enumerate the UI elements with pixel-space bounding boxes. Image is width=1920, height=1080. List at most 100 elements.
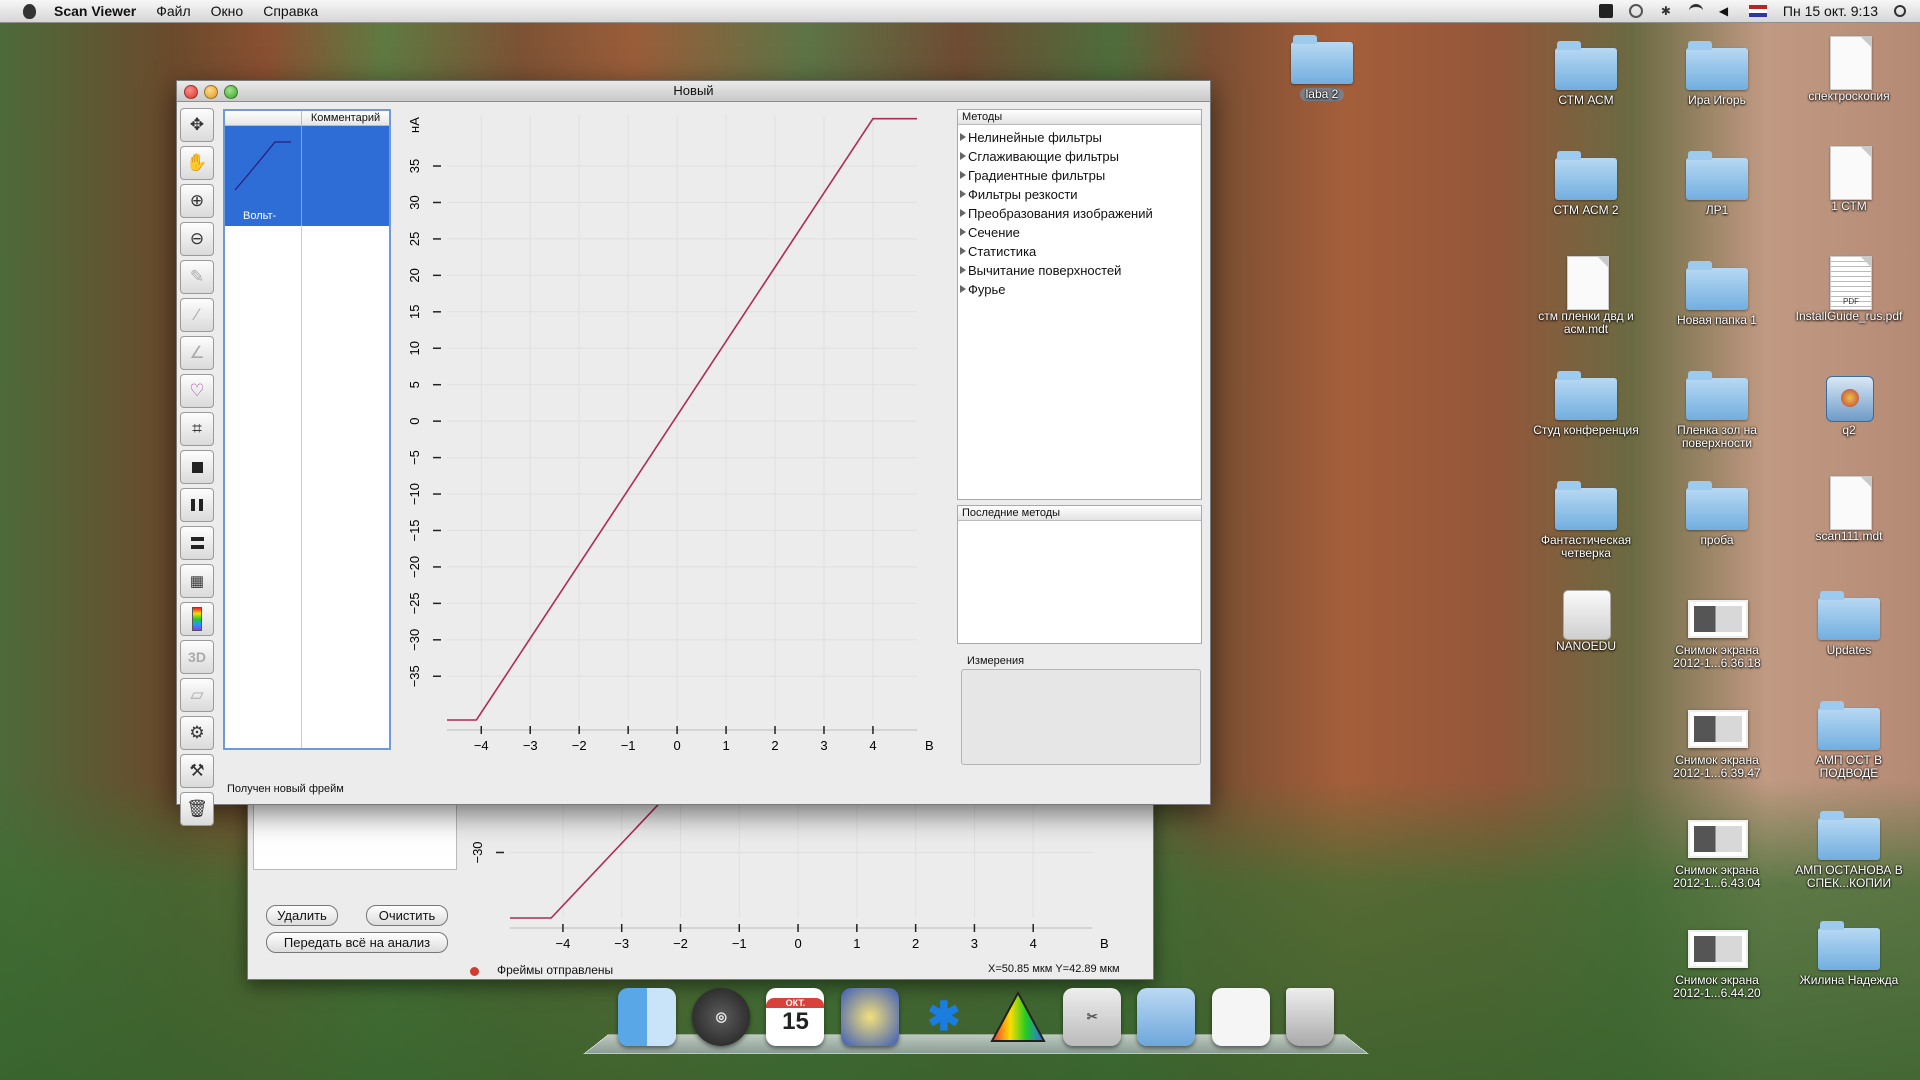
method-item[interactable]: Статистика — [958, 242, 1201, 261]
desktop-drive[interactable]: NANOEDU — [1530, 586, 1642, 653]
frame-comment[interactable] — [302, 126, 389, 226]
documents-icon[interactable] — [1211, 988, 1270, 1046]
crop-tool-button[interactable]: ⌗ — [180, 412, 214, 446]
bluetooth-status-icon[interactable]: ✱ — [1659, 4, 1673, 18]
ruler-tool-button[interactable]: ⁄ — [180, 298, 214, 332]
desktop-folder[interactable]: Ира Игорь — [1661, 40, 1773, 107]
angle-tool-button[interactable]: ∠ — [180, 336, 214, 370]
desktop-screenshot[interactable]: Снимок экрана 2012-1...6.39.47 — [1661, 700, 1773, 780]
methods-tree: Нелинейные фильтры Сглаживающие фильтры … — [958, 128, 1201, 299]
hand-tool-button[interactable]: ✋ — [180, 146, 214, 180]
menu-window[interactable]: Окно — [201, 3, 254, 19]
pause-button[interactable] — [180, 488, 214, 522]
desktop-folder[interactable]: СТМ АСМ 2 — [1530, 150, 1642, 217]
minimize-window-icon[interactable] — [204, 85, 218, 99]
app-icon — [1818, 370, 1880, 422]
desktop-folder[interactable]: Новая папка 1 — [1661, 260, 1773, 327]
send-all-to-analysis-button[interactable]: Передать всё на анализ — [266, 932, 448, 953]
wifi-icon[interactable] — [1688, 4, 1703, 18]
desktop-folder[interactable]: Студ конференция — [1530, 370, 1642, 437]
heart-tool-button[interactable]: ♡ — [180, 374, 214, 408]
desktop-folder-laba-2[interactable]: laba 2 — [1266, 34, 1378, 101]
flag-icon[interactable] — [1748, 5, 1767, 17]
column-comment[interactable]: Комментарий — [302, 111, 389, 125]
method-item[interactable]: Фильтры резкости — [958, 185, 1201, 204]
close-window-icon[interactable] — [184, 85, 198, 99]
folder-icon — [1686, 370, 1748, 422]
time-machine-icon[interactable] — [1628, 4, 1643, 18]
eyedropper-tool-button[interactable]: ✎ — [180, 260, 214, 294]
spotlight-icon[interactable] — [1894, 5, 1906, 17]
menu-file[interactable]: Файл — [146, 3, 200, 19]
zoom-out-button[interactable]: ⊖ — [180, 222, 214, 256]
method-item[interactable]: Нелинейные фильтры — [958, 128, 1201, 147]
desktop-screenshot[interactable]: Снимок экрана 2012-1...6.44.20 — [1661, 920, 1773, 1000]
desktop-folder[interactable]: проба — [1661, 480, 1773, 547]
method-item[interactable]: Градиентные фильтры — [958, 166, 1201, 185]
window-titlebar[interactable]: Новый — [177, 81, 1210, 102]
desktop-folder[interactable]: Updates — [1793, 590, 1905, 657]
desktop-icon-label: NANOEDU — [1555, 639, 1616, 653]
desktop-screenshot[interactable]: Снимок экрана 2012-1...6.43.04 — [1661, 810, 1773, 890]
input-method-icon[interactable] — [1598, 4, 1613, 18]
desktop-folder[interactable]: ЛР1 — [1661, 150, 1773, 217]
frames-list[interactable]: Комментарий Вольт- — [223, 109, 391, 750]
frame-row-selected[interactable]: Вольт- — [225, 126, 389, 226]
desktop-icon-label: ЛР1 — [1705, 203, 1729, 217]
x-axis-label: В — [925, 738, 934, 753]
dashboard-icon[interactable]: ◎ — [692, 988, 751, 1046]
trash-icon[interactable] — [1285, 988, 1334, 1046]
scissors-icon[interactable]: ✂ — [1063, 988, 1122, 1046]
desktop-folder[interactable]: Пленка зол на поверхности — [1661, 370, 1773, 450]
stop-button[interactable] — [180, 450, 214, 484]
desktop-document[interactable]: scan111.mdt — [1793, 476, 1905, 543]
desktop-document[interactable]: спектроскопия — [1793, 36, 1905, 103]
wrench-tool-button[interactable]: ⚒ — [180, 754, 214, 788]
method-item[interactable]: Преобразования изображений — [958, 204, 1201, 223]
menubar-clock[interactable]: Пн 15 окт. 9:13 — [1783, 3, 1878, 19]
folder-icon — [1818, 810, 1880, 862]
method-item[interactable]: Сечение — [958, 223, 1201, 242]
folder-icon — [1555, 150, 1617, 202]
volume-icon[interactable]: ◀ — [1719, 4, 1733, 18]
move-tool-button[interactable]: ✥ — [180, 108, 214, 142]
zoom-in-button[interactable]: ⊕ — [180, 184, 214, 218]
3d-view-button[interactable]: 3D — [180, 640, 214, 674]
zoom-window-icon[interactable] — [224, 85, 238, 99]
method-item[interactable]: Вычитание поверхностей — [958, 261, 1201, 280]
folder-icon — [1686, 150, 1748, 202]
desktop-folder[interactable]: АМП ОСТАНОВА В СПЕК...КОПИИ — [1793, 810, 1905, 890]
iv-curve-chart[interactable]: −4 −3 −2 −1 0 1 2 3 4 В−35−30−25−20−15−10−5051015… — [397, 105, 957, 773]
folder-icon — [1686, 480, 1748, 532]
desktop-folder[interactable]: СТМ АСМ — [1530, 40, 1642, 107]
desktop-document[interactable]: стм пленки двд и асм.mdt — [1530, 256, 1642, 336]
applications-icon[interactable] — [1137, 988, 1196, 1046]
palette-button[interactable] — [180, 602, 214, 636]
method-item[interactable]: Фурье — [958, 280, 1201, 299]
desktop-folder[interactable]: АМП ОСТ В ПОДВОДЕ — [1793, 700, 1905, 780]
delete-button[interactable]: Удалить — [266, 905, 338, 926]
desktop-pdf[interactable]: PDF InstallGuide_rus.pdf — [1793, 256, 1905, 323]
mail-icon[interactable] — [840, 988, 899, 1046]
trash-button[interactable]: 🗑 — [180, 792, 214, 826]
single-row-view-button[interactable] — [180, 526, 214, 560]
bluetooth-icon[interactable]: ✱ — [915, 988, 973, 1046]
desktop-app[interactable]: q2 — [1793, 370, 1905, 437]
apple-menu-icon[interactable] — [18, 0, 40, 22]
menu-app-name[interactable]: Scan Viewer — [54, 3, 146, 19]
grid-view-button[interactable]: ▦ — [180, 564, 214, 598]
method-item[interactable]: Сглаживающие фильтры — [958, 147, 1201, 166]
surface-button[interactable]: ▱ — [180, 678, 214, 712]
column-preview[interactable] — [225, 111, 302, 125]
clear-button[interactable]: Очистить — [366, 905, 448, 926]
finder-icon[interactable] — [618, 988, 677, 1046]
angle-icon: ∠ — [189, 343, 205, 362]
menu-help[interactable]: Справка — [253, 3, 328, 19]
desktop-folder[interactable]: Фантастическая четверка — [1530, 480, 1642, 560]
calendar-icon[interactable]: ОКТ. 15 — [766, 988, 825, 1046]
desktop-screenshot[interactable]: Снимок экрана 2012-1...6.36.18 — [1661, 590, 1773, 670]
prism-icon[interactable] — [989, 988, 1047, 1046]
desktop-folder[interactable]: Жилина Надежда — [1793, 920, 1905, 987]
desktop-document[interactable]: 1 СТМ — [1793, 146, 1905, 213]
settings-button[interactable]: ⚙ — [180, 716, 214, 750]
